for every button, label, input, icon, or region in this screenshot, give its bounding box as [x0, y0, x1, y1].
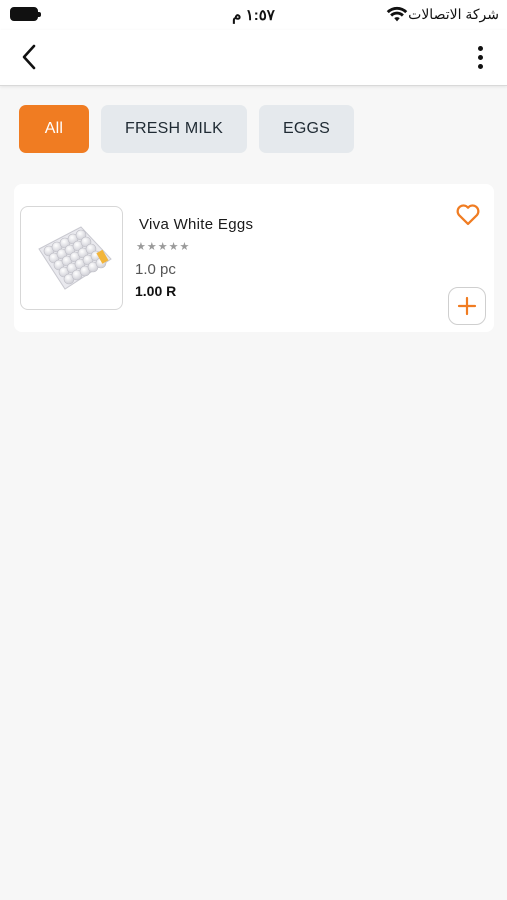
more-options-button[interactable] [467, 40, 493, 74]
favorite-button[interactable] [454, 200, 482, 228]
chevron-left-icon [22, 44, 36, 70]
wifi-icon [386, 6, 408, 22]
product-price: 1.00 R [135, 283, 177, 299]
product-image [20, 206, 123, 310]
filter-chip-all[interactable]: All [19, 105, 89, 153]
product-card[interactable]: Viva White Eggs ★★★★★ 1.0 pc 1.00 R [14, 184, 494, 332]
star-rating: ★★★★★ [136, 241, 191, 253]
add-to-cart-button[interactable] [448, 287, 486, 325]
carrier-name: شركة الاتصالات [408, 6, 499, 22]
product-unit: 1.0 pc [135, 261, 176, 278]
status-bar: ١:٥٧ م شركة الاتصالات [0, 0, 507, 30]
plus-icon [457, 296, 477, 316]
more-dot-icon [477, 45, 483, 51]
heart-icon [456, 204, 480, 226]
more-dot-icon [477, 63, 483, 69]
filter-chip-eggs[interactable]: EGGS [259, 105, 355, 153]
more-dot-icon [477, 54, 483, 60]
category-filter-bar: All FRESH MILK EGGS [19, 105, 355, 153]
filter-chip-fresh-milk[interactable]: FRESH MILK [101, 105, 248, 153]
egg-tray-image [37, 226, 112, 290]
product-name: Viva White Eggs [139, 216, 254, 233]
app-bar [0, 30, 507, 86]
back-button[interactable] [12, 40, 46, 74]
